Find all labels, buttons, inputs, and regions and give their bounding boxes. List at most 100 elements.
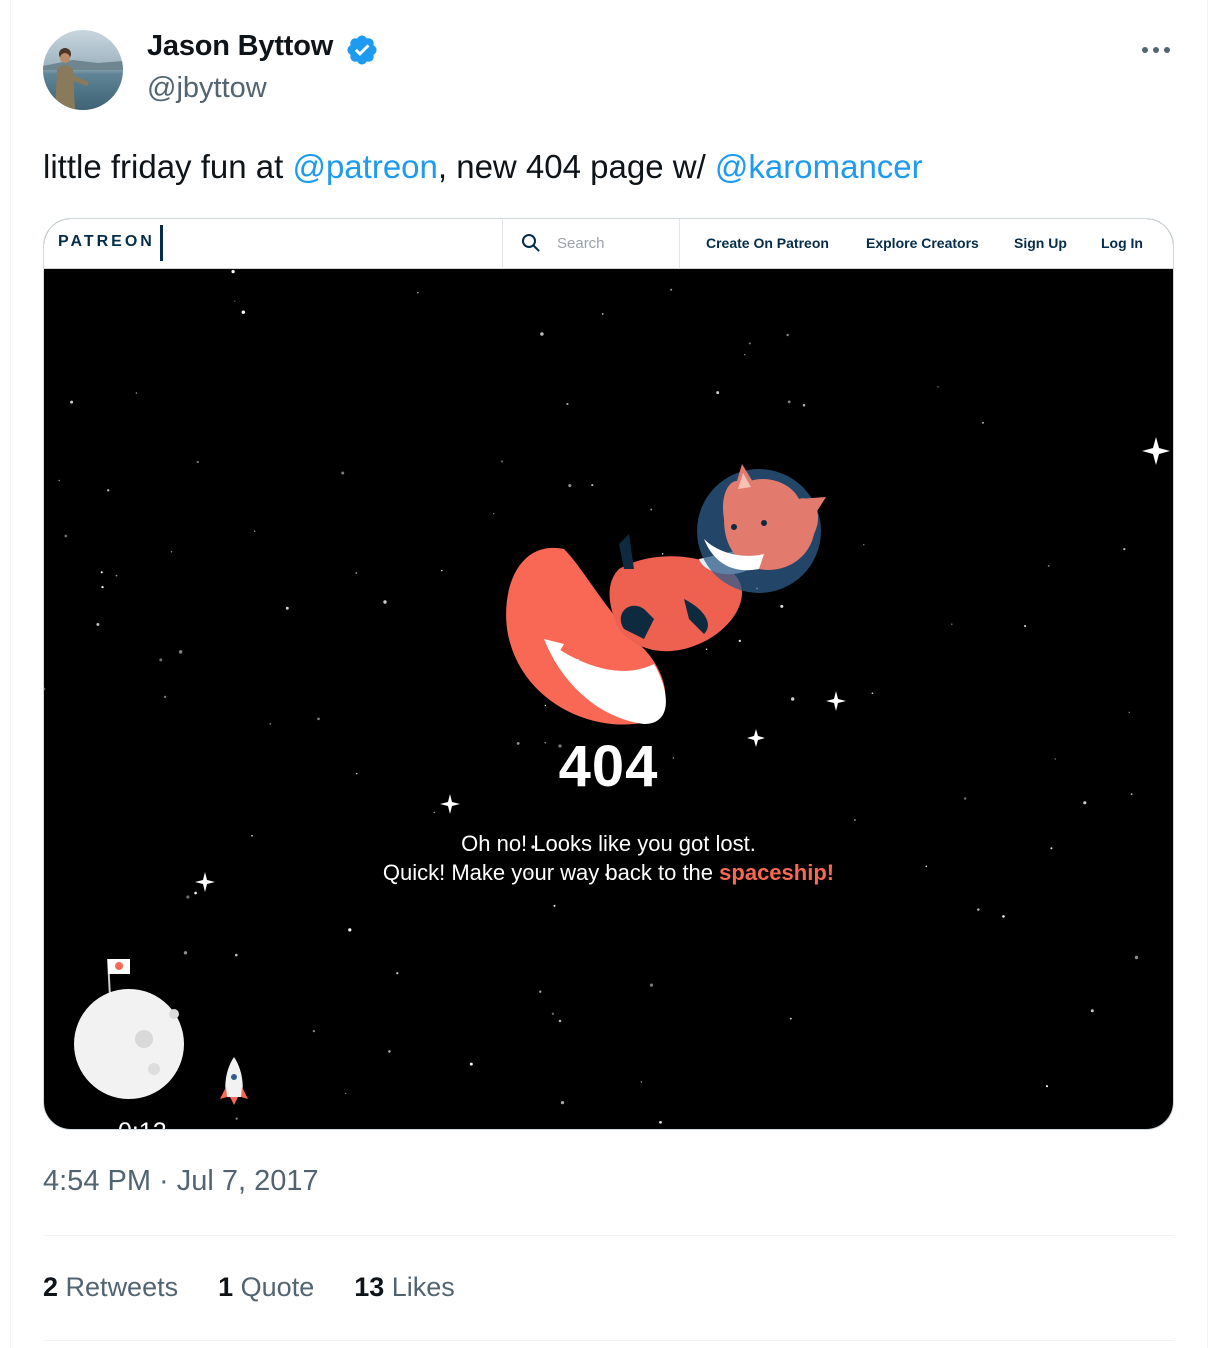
star <box>417 292 419 294</box>
star <box>44 687 46 691</box>
star <box>178 650 183 654</box>
nav-link-explore[interactable]: Explore Creators <box>866 235 979 251</box>
star <box>58 479 60 482</box>
star <box>544 704 546 707</box>
likes-stat[interactable]: 13 Likes <box>354 1272 455 1303</box>
quotes-label: Quote <box>240 1272 315 1302</box>
star <box>558 1019 562 1023</box>
star <box>196 460 199 464</box>
star <box>433 811 436 814</box>
nav-link-login[interactable]: Log In <box>1101 235 1143 251</box>
rocket-icon <box>220 1057 248 1105</box>
star <box>234 300 236 302</box>
divider <box>43 1340 1174 1341</box>
space-illustration <box>44 269 1170 1124</box>
fox-astronaut-illustration <box>506 464 826 725</box>
star <box>355 572 358 574</box>
star <box>396 972 399 975</box>
star <box>241 310 246 314</box>
star <box>640 1081 643 1083</box>
star <box>780 604 784 608</box>
star <box>560 1100 565 1105</box>
spaceship-link[interactable]: spaceship! <box>719 860 834 885</box>
star <box>716 391 720 395</box>
star <box>469 1062 473 1066</box>
mention-patreon[interactable]: @patreon <box>292 148 437 185</box>
star <box>540 332 544 336</box>
star <box>553 904 556 907</box>
star <box>744 353 746 356</box>
retweets-count: 2 <box>43 1272 59 1302</box>
star <box>170 551 173 553</box>
star <box>64 534 68 538</box>
star <box>738 639 741 643</box>
verified-badge-icon <box>347 35 377 65</box>
likes-count: 13 <box>354 1272 385 1302</box>
patreon-search-field[interactable]: Search <box>502 219 680 269</box>
quotes-count: 1 <box>218 1272 234 1302</box>
star <box>568 484 572 488</box>
star <box>601 312 604 315</box>
star <box>183 951 188 955</box>
author-avatar[interactable] <box>43 30 123 110</box>
star <box>748 342 751 345</box>
star <box>135 392 138 394</box>
star <box>107 489 110 492</box>
star <box>100 571 103 574</box>
star <box>789 1017 792 1020</box>
star <box>1134 955 1139 960</box>
star <box>853 819 856 821</box>
star <box>269 722 272 725</box>
star <box>871 692 874 695</box>
search-placeholder: Search <box>557 235 605 252</box>
star <box>1045 1085 1049 1088</box>
patreon-logo[interactable]: PATREON <box>58 233 155 251</box>
star <box>1128 711 1130 714</box>
star <box>254 530 256 532</box>
star <box>1083 801 1087 805</box>
star <box>649 983 654 987</box>
video-duration-badge: 0:12 <box>110 1115 175 1129</box>
divider <box>43 1235 1174 1236</box>
nav-link-create[interactable]: Create On Patreon <box>706 235 829 251</box>
patreon-navbar: PATREON Search Create On Patreon Explore… <box>44 219 1173 269</box>
star <box>235 1117 238 1120</box>
star <box>566 402 569 406</box>
sparkles <box>195 437 1170 892</box>
nav-link-signup[interactable]: Sign Up <box>1014 235 1067 251</box>
patreon-logo-bar <box>160 225 163 261</box>
star <box>348 928 352 932</box>
retweets-stat[interactable]: 2 Retweets <box>43 1272 178 1303</box>
star <box>235 953 238 957</box>
error-message-line-1: Oh no! Looks like you got lost. <box>461 831 756 856</box>
star <box>186 895 190 899</box>
star <box>317 717 320 721</box>
author-handle[interactable]: @jbyttow <box>147 72 267 105</box>
tweet-timestamp[interactable]: 4:54 PM · Jul 7, 2017 <box>43 1165 319 1198</box>
video-media[interactable]: PATREON Search Create On Patreon Explore… <box>43 218 1174 1130</box>
star <box>787 400 791 404</box>
search-icon <box>522 234 540 252</box>
error-message-prefix: Quick! Make your way back to the <box>382 860 720 885</box>
moon-illustration <box>74 958 184 1099</box>
star <box>1024 624 1027 628</box>
retweets-label: Retweets <box>65 1272 179 1302</box>
star <box>661 553 664 555</box>
star <box>786 333 789 337</box>
star <box>791 697 795 701</box>
star <box>981 421 985 424</box>
mention-karomancer[interactable]: @karomancer <box>715 148 923 185</box>
star <box>194 891 197 895</box>
quotes-stat[interactable]: 1 Quote <box>218 1272 314 1303</box>
space-scene: 404 Oh no! Looks like you got lost. Quic… <box>44 269 1173 1129</box>
star <box>1123 547 1126 551</box>
star <box>285 606 289 610</box>
star <box>863 544 865 546</box>
author-display-name[interactable]: Jason Byttow <box>147 30 333 63</box>
star <box>115 574 118 577</box>
more-options-icon[interactable] <box>1136 32 1176 68</box>
error-code-heading: 404 <box>558 734 659 799</box>
star <box>802 403 806 407</box>
tweet-text-part: , new 404 page w/ <box>437 148 715 185</box>
star <box>493 513 495 515</box>
